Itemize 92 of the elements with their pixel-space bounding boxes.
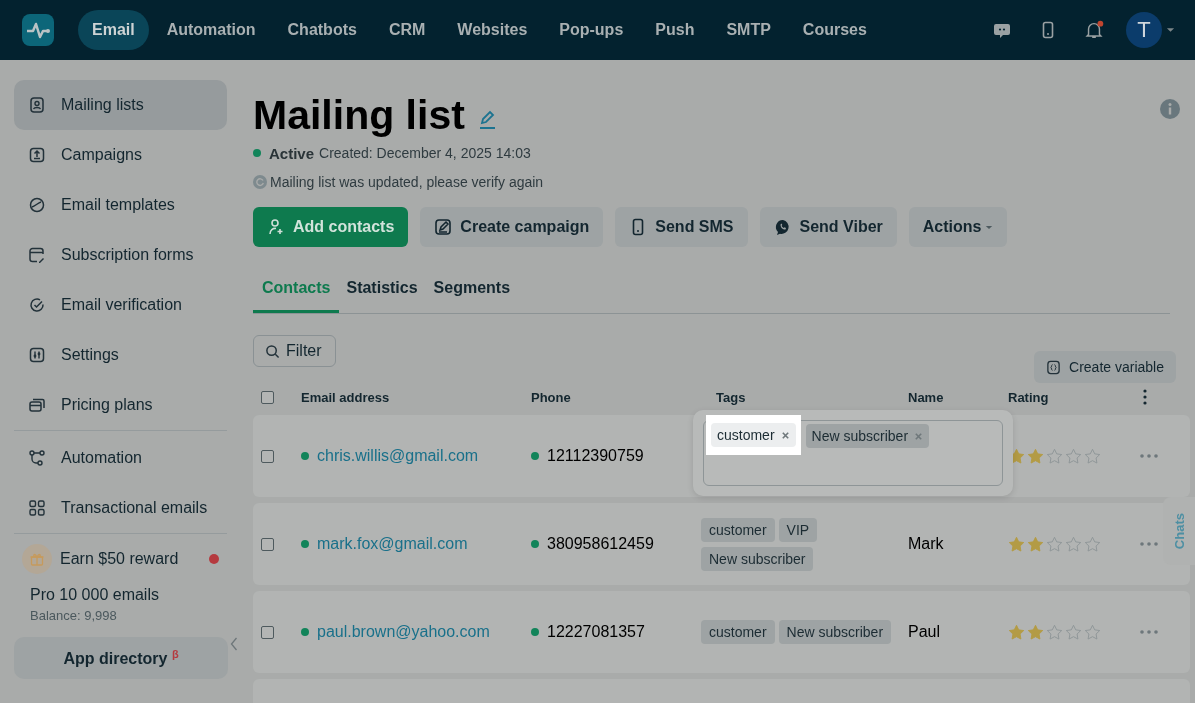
column-header: Rating: [1008, 389, 1050, 405]
created-date: Created: December 4, 2025 14:03: [319, 145, 531, 161]
sidebar-item[interactable]: Automation: [14, 433, 227, 483]
nav-tab[interactable]: Email: [78, 10, 149, 50]
nav-tab[interactable]: Push: [641, 10, 709, 50]
status-label: Active: [269, 144, 315, 162]
nav-tab[interactable]: CRM: [374, 10, 440, 50]
column-header: Phone: [531, 389, 572, 405]
action-button[interactable]: Create campaign: [420, 207, 604, 247]
nav-tab[interactable]: Courses: [788, 10, 881, 50]
sliders-icon: [28, 346, 46, 364]
nav-tab[interactable]: SMTP: [712, 10, 785, 50]
edit-square-icon: [434, 218, 453, 236]
phone-number: 12227081357: [547, 623, 645, 641]
tab[interactable]: Statistics: [337, 273, 427, 313]
form-icon: [28, 246, 46, 264]
phone-number: 12112390759: [547, 447, 644, 465]
braces-icon: [1046, 359, 1062, 375]
nav-tab[interactable]: Automation: [152, 10, 270, 50]
upload-square-icon: [28, 146, 46, 164]
removable-tag-chip[interactable]: New subscriber: [805, 424, 930, 448]
status-dot: [531, 628, 539, 636]
removable-tag-chip[interactable]: customer: [711, 423, 796, 447]
contact-card-icon: [28, 96, 46, 114]
action-button[interactable]: Add contacts: [253, 207, 409, 247]
caret-icon: [985, 224, 994, 230]
caret-icon[interactable]: [1166, 27, 1175, 33]
action-button[interactable]: Send SMS: [615, 207, 748, 247]
phone-number: 380958612459: [547, 535, 654, 553]
status-dot: [253, 149, 261, 157]
nav-tab[interactable]: Pop-ups: [545, 10, 638, 50]
user-avatar[interactable]: T: [1126, 12, 1162, 48]
column-header: Email address: [301, 389, 391, 405]
status-dot: [531, 540, 539, 548]
star-rating[interactable]: [1008, 623, 1101, 641]
nav-tab[interactable]: Websites: [443, 10, 542, 50]
sidebar-item[interactable]: Campaigns: [14, 130, 227, 180]
close-icon[interactable]: [914, 431, 924, 441]
notifications-bell-icon[interactable]: [1084, 20, 1104, 40]
sidebar-item[interactable]: Transactional emails: [14, 483, 227, 533]
more-horizontal-icon[interactable]: [1140, 454, 1158, 458]
close-icon[interactable]: [780, 430, 790, 440]
star-rating[interactable]: [1008, 535, 1101, 553]
select-all-checkbox[interactable]: [261, 390, 274, 404]
filter-button[interactable]: Filter: [253, 335, 336, 367]
action-button[interactable]: Send Viber: [759, 207, 897, 247]
more-vertical-icon[interactable]: [1143, 389, 1147, 405]
chevron-left-icon[interactable]: [230, 637, 238, 651]
update-notice: Mailing list was updated, please verify again: [270, 174, 544, 190]
status-dot: [531, 452, 539, 460]
sidebar-item[interactable]: Email verification: [14, 280, 227, 330]
tag-chip: New subscriber: [778, 620, 892, 644]
reward-link[interactable]: Earn $50 reward: [14, 536, 227, 582]
sidebar-item[interactable]: Subscription forms: [14, 230, 227, 280]
cards-icon: [28, 396, 46, 414]
tab[interactable]: Segments: [424, 273, 520, 313]
sidebar-item[interactable]: Mailing lists: [14, 80, 227, 130]
status-dot: [301, 540, 309, 548]
refresh-icon: [253, 175, 267, 189]
sidebar-item[interactable]: Pricing plans: [14, 380, 227, 430]
tag-chip: VIP: [778, 517, 818, 542]
tag-chip: customer: [701, 620, 775, 644]
create-variable-button[interactable]: Create variable: [1034, 351, 1176, 383]
column-header: Tags: [716, 389, 747, 405]
four-squares-icon: [28, 499, 46, 517]
action-button[interactable]: Actions: [908, 207, 1008, 247]
info-icon[interactable]: [1160, 99, 1180, 119]
app-directory-button[interactable]: App directory $^{β}$: [14, 637, 228, 679]
template-icon: [28, 196, 46, 214]
row-checkbox[interactable]: [261, 625, 274, 639]
row-checkbox[interactable]: [261, 537, 274, 551]
row-checkbox[interactable]: [261, 449, 274, 463]
gift-icon: [22, 544, 52, 574]
user-plus-icon: [267, 218, 285, 236]
status-dot: [301, 628, 309, 636]
column-header: Name: [908, 389, 945, 405]
plan-name: Pro 10 000 emails: [29, 585, 160, 604]
contact-name: Mark: [908, 535, 945, 553]
page-title: Mailing list: [253, 91, 465, 139]
more-horizontal-icon[interactable]: [1140, 630, 1158, 634]
logo-icon[interactable]: [22, 14, 54, 46]
tag-chip: customer: [701, 517, 775, 542]
status-dot: [301, 452, 309, 460]
nav-tab[interactable]: Chatbots: [273, 10, 371, 50]
sidebar-item[interactable]: Settings: [14, 330, 227, 380]
balance-text: Balance: 9,998: [29, 607, 118, 623]
search-icon: [265, 343, 280, 359]
sidebar-item[interactable]: Email templates: [14, 180, 227, 230]
tag-chip: New subscriber: [701, 546, 814, 571]
more-horizontal-icon[interactable]: [1140, 542, 1158, 546]
contact-name: Paul: [908, 623, 942, 641]
branch-flow-icon: [28, 449, 46, 467]
